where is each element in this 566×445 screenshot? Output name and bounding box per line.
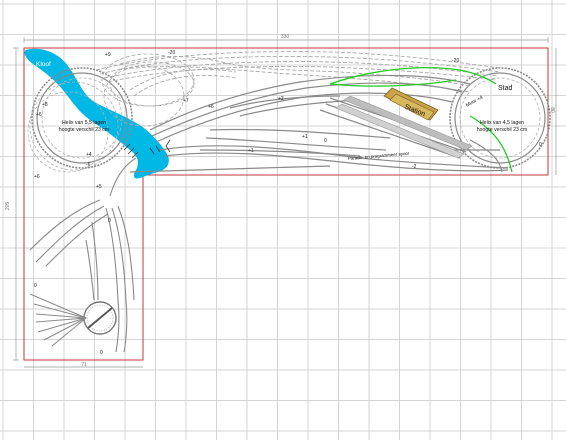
turntable-tracks [29,293,87,347]
label-kloof: Kloof [36,61,51,68]
dimension-bottom: 71 [81,362,87,368]
river-kloof [24,48,169,179]
height-p7: +7 [183,98,189,104]
height-m20-b: -20 [452,58,459,64]
height-zero-mid: 0 [324,138,327,144]
turntable-ray [51,317,87,347]
height-p6-top: +6 [208,104,214,110]
height-zero-right: 0 [539,142,542,148]
track-plan-diagram: 330 205 80 71 Station Kloof Stad Helix v… [0,0,566,440]
dimension-top: 330 [281,34,290,40]
height-zero-bottom: 0 [100,350,103,356]
helix-left-line2: hoogte verschil 23 cm [59,127,109,133]
label-muur: Muur +4 [465,95,484,109]
helix-right-line2: hoogte verschil 23 cm [477,127,527,133]
height-p5: +5 [96,184,102,190]
height-m6: -6 [86,162,91,168]
height-p4: +4 [86,152,92,158]
helix-right-line1: Helix van 4,5 lagen [480,120,524,126]
turntable [83,301,117,335]
height-p6-bottom: +6 [34,174,40,180]
helix-left-line1: Helix van 5,5 lagen [62,120,106,126]
height-m2: -2 [412,164,417,170]
height-p2: +2 [278,96,284,102]
height-zero-yard: 0 [108,218,111,224]
track-plan-canvas: 330 205 80 71 Station Kloof Stad Helix v… [0,0,566,440]
height-zero-left: 0 [34,283,37,289]
height-p6-left: +6 [36,112,42,118]
height-p1-b: +1 [248,148,254,154]
main-tracks [129,74,509,173]
height-p1-a: +1 [302,134,308,140]
dimension-left: 205 [5,202,11,211]
label-stad: Stad [498,85,513,92]
height-p9: +9 [105,52,111,58]
height-p8: +8 [42,102,48,108]
background-grid [0,0,566,440]
height-m20-a: -20 [168,50,175,56]
